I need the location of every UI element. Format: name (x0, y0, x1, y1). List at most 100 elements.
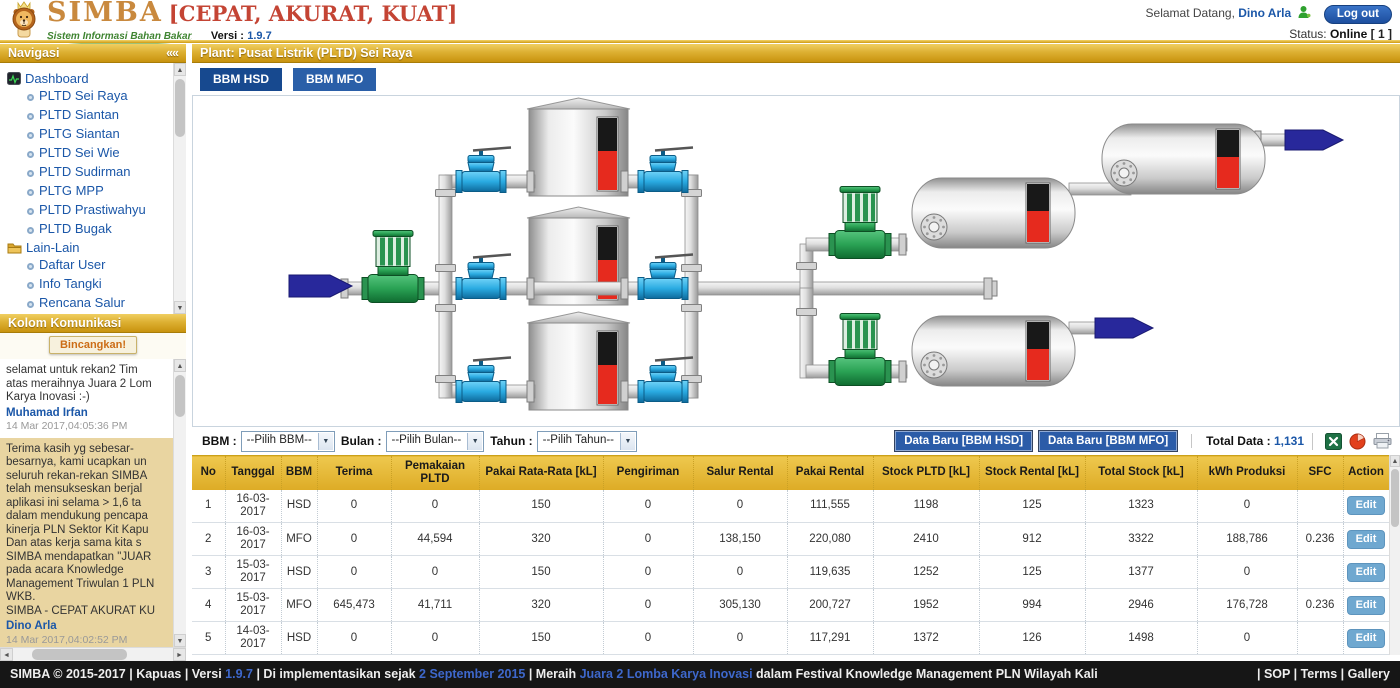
edit-button[interactable]: Edit (1347, 530, 1386, 549)
cell-pemakaian-pltd: 0 (391, 556, 479, 589)
print-icon[interactable] (1373, 433, 1392, 449)
chat-message: selamat untuk rekan2 Tim atas meraihnya … (0, 359, 173, 438)
cell-total-stock-kl: 1323 (1085, 490, 1197, 523)
nav-scrollbar: ▲ ▼ (173, 63, 186, 314)
pie-chart-icon[interactable] (1349, 433, 1366, 450)
cell-sfc (1297, 622, 1343, 655)
cell-bbm: HSD (281, 622, 317, 655)
cell-salur-rental: 0 (693, 556, 787, 589)
sidebar-item-rencana-salur[interactable]: Rencana Salur (27, 295, 172, 310)
cell-stock-rental-kl: 125 (979, 490, 1085, 523)
tab-bbm-mfo[interactable]: BBM MFO (293, 68, 376, 91)
footer-link[interactable]: Juara 2 Lomba Karya Inovasi (580, 667, 753, 681)
sidebar-item-pltd-sei-raya[interactable]: PLTD Sei Raya (27, 88, 172, 103)
status-label: Status: (1289, 27, 1326, 41)
valve-icon (456, 358, 511, 403)
sidebar-item-pltd-sei-wie[interactable]: PLTD Sei Wie (27, 145, 172, 160)
sidebar-item-pltd-siantan[interactable]: PLTD Siantan (27, 107, 172, 122)
cell-no: 2 (192, 523, 225, 556)
footer-link[interactable]: 1.9.7 (225, 667, 253, 681)
scroll-left-icon[interactable]: ◄ (0, 648, 13, 661)
scroll-right-icon[interactable]: ► (173, 648, 186, 661)
cell-stock-pltd-kl: 1198 (873, 490, 979, 523)
bullet-icon (27, 170, 34, 177)
bulan-select[interactable]: --Pilih Bulan--▼ (386, 431, 485, 452)
logout-button[interactable]: Log out (1324, 5, 1392, 24)
pump-icon (362, 231, 424, 303)
sidebar-item-info-tangki[interactable]: Info Tangki (27, 276, 172, 291)
cell-stock-pltd-kl: 1252 (873, 556, 979, 589)
bbm-select[interactable]: --Pilih BBM--▼ (241, 431, 335, 452)
filter-label: BBM : (202, 434, 237, 448)
edit-button[interactable]: Edit (1347, 629, 1386, 648)
sidebar-item-pltd-prastiwahyu[interactable]: PLTD Prastiwahyu (27, 202, 172, 217)
edit-button[interactable]: Edit (1347, 563, 1386, 582)
table-scrollbar: ▲ (1389, 455, 1400, 655)
sidebar-group-dashboard[interactable]: Dashboard (7, 71, 172, 86)
footer-right-links[interactable]: | SOP | Terms | Gallery (1257, 661, 1390, 688)
header-divider (0, 40, 1400, 43)
scroll-up-icon[interactable]: ▲ (174, 359, 186, 372)
cell-terima: 645,473 (317, 589, 391, 622)
cell-pengiriman: 0 (603, 490, 693, 523)
tahun-select[interactable]: --Pilih Tahun--▼ (537, 431, 637, 452)
cell-total-stock-kl: 3322 (1085, 523, 1197, 556)
cell-tanggal: 15-03-2017 (225, 556, 281, 589)
scroll-down-icon[interactable]: ▼ (174, 634, 186, 647)
data-baru-bbm-mfo-button[interactable]: Data Baru [BBM MFO] (1039, 431, 1177, 451)
footer-link[interactable]: 2 September 2015 (419, 667, 525, 681)
tab-bbm-hsd[interactable]: BBM HSD (200, 68, 282, 91)
status-count: [ 1 ] (1371, 27, 1392, 41)
cell-stock-rental-kl: 125 (979, 556, 1085, 589)
edit-button[interactable]: Edit (1347, 596, 1386, 615)
column-header-terima: Terima (317, 456, 391, 490)
komunikasi-title: Kolom Komunikasi (8, 316, 121, 330)
cell-stock-pltd-kl: 1952 (873, 589, 979, 622)
cell-tanggal: 16-03-2017 (225, 490, 281, 523)
valve-icon (456, 255, 511, 300)
chat-scroll-thumb[interactable] (175, 375, 185, 417)
chat-messages: selamat untuk rekan2 Tim atas meraihnya … (0, 359, 173, 647)
user-person-icon (1297, 5, 1311, 19)
edit-button[interactable]: Edit (1347, 496, 1386, 515)
sidebar-item-pltg-siantan[interactable]: PLTG Siantan (27, 126, 172, 141)
cell-bbm: MFO (281, 589, 317, 622)
cell-pakai-rata-rata-kl: 150 (479, 556, 603, 589)
scroll-up-icon[interactable]: ▲ (174, 63, 186, 76)
total-data-value: 1,131 (1274, 434, 1304, 448)
user-name-link[interactable]: Dino Arla (1238, 6, 1291, 20)
sidebar-item-pltd-bugak[interactable]: PLTD Bugak (27, 221, 172, 236)
table-scroll-thumb[interactable] (1391, 469, 1399, 527)
cell-pemakaian-pltd: 41,711 (391, 589, 479, 622)
cell-stock-pltd-kl: 2410 (873, 523, 979, 556)
sidebar-item-pltg-mpp[interactable]: PLTG MPP (27, 183, 172, 198)
chat-message: Terima kasih yg sebesar- besarnya, kami … (0, 438, 173, 648)
scroll-up-icon[interactable]: ▲ (1390, 455, 1400, 467)
bullet-icon (27, 113, 34, 120)
folder-icon (7, 240, 22, 255)
excel-icon[interactable] (1325, 433, 1342, 450)
sidebar-item-pltd-sudirman[interactable]: PLTD Sudirman (27, 164, 172, 179)
bullet-icon (27, 263, 34, 270)
cell-kwh-produksi: 0 (1197, 490, 1297, 523)
pump-icon (829, 187, 891, 259)
scroll-down-icon[interactable]: ▼ (174, 301, 186, 314)
bincangkan-button[interactable]: Bincangkan! (49, 336, 137, 354)
cell-pakai-rata-rata-kl: 150 (479, 622, 603, 655)
chat-hscroll-thumb[interactable] (32, 649, 127, 660)
sidebar: Navigasi «« Dashboard PLTD Sei Raya PLTD S… (0, 44, 186, 661)
collapse-sidebar-button[interactable]: «« (166, 46, 178, 60)
sidebar-group-lain-lain[interactable]: Lain-Lain (7, 240, 172, 255)
table-row: 116-03-2017HSD0015000111,555119812513230… (192, 490, 1389, 523)
data-baru-bbm-hsd-button[interactable]: Data Baru [BBM HSD] (895, 431, 1032, 451)
cell-pengiriman: 0 (603, 589, 693, 622)
sidebar-item-daftar-user[interactable]: Daftar User (27, 257, 172, 272)
bullet-icon (27, 151, 34, 158)
nav-scroll-thumb[interactable] (175, 79, 185, 137)
bullet-icon (27, 227, 34, 234)
nav-title: Navigasi (8, 46, 59, 60)
cell-no: 3 (192, 556, 225, 589)
fuel-tabs: BBM HSD BBM MFO (192, 63, 1400, 93)
message-author: Muhamad Irfan (6, 407, 167, 421)
column-header-total-stock-kl: Total Stock [kL] (1085, 456, 1197, 490)
